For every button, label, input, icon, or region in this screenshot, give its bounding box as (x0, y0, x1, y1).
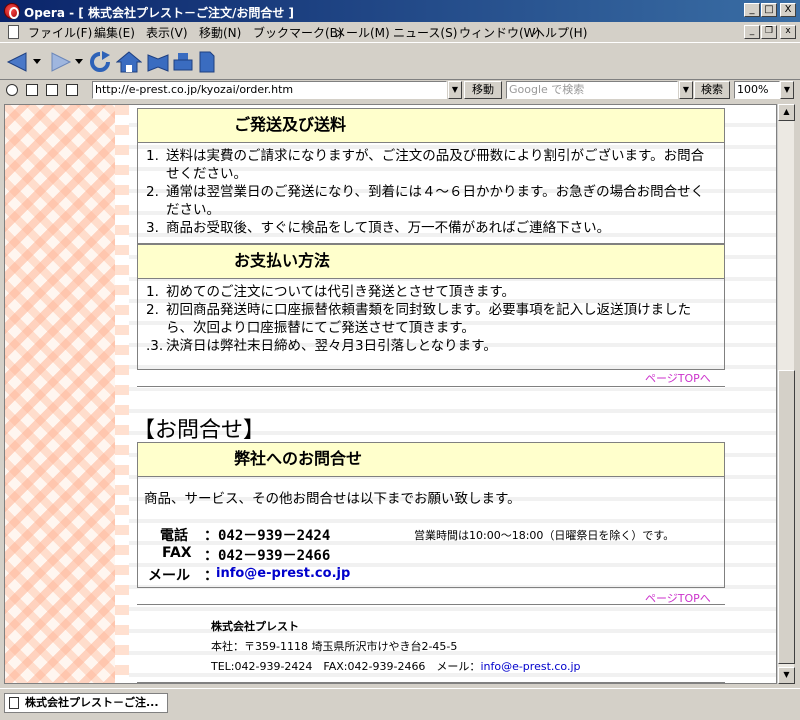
print-icon[interactable] (172, 51, 194, 73)
payment-heading: お支払い方法 (138, 245, 724, 279)
menu-help[interactable]: ヘルプ(H) (533, 24, 587, 41)
business-hours: 営業時間は10:00～18:00（日曜祭日を除く）です。 (414, 529, 675, 542)
shipping-list: 1. 送料は実費のご請求になりますが、ご注文の品及び冊数により割引がございます。お… (138, 143, 724, 237)
mail-link[interactable]: info@e-prest.co.jp (216, 566, 350, 581)
shipping-box: ご発送及び送料 1. 送料は実費のご請求になりますが、ご注文の品及び冊数により割引… (137, 108, 725, 244)
footer-contact-text: TEL:042-939-2424 FAX:042-939-2466 メール： (211, 660, 481, 673)
security-lock-icon[interactable] (6, 84, 18, 96)
footer-mail-link[interactable]: info@e-prest.co.jp (480, 660, 580, 673)
mdi-minimize-button[interactable]: _ (744, 25, 760, 39)
zoom-dropdown-icon[interactable]: ▼ (780, 81, 794, 99)
vertical-scrollbar[interactable]: ▲ ▼ (777, 104, 795, 684)
search-engine-dropdown-icon[interactable]: ▼ (679, 81, 693, 99)
zoom-select[interactable]: 100% (734, 81, 780, 99)
inquiry-heading: 弊社へのお問合せ (138, 443, 724, 477)
menu-navigate[interactable]: 移動(N) (199, 24, 241, 41)
address-bar: http://e-prest.co.jp/kyozai/order.htm ▼ … (0, 80, 800, 101)
divider (137, 604, 725, 606)
tab-title: 株式会社プレスト－ご注... (25, 696, 159, 709)
decorative-sidebar (5, 105, 129, 683)
home-icon[interactable] (116, 51, 142, 73)
menu-news[interactable]: ニュース(S) (393, 24, 457, 41)
toolbar (0, 42, 800, 80)
footer-address: 本社：〒359-1118 埼玉県所沢市けやき台2-45-5 (211, 640, 458, 653)
menu-bar: ファイル(F) 編集(E) 表示(V) 移動(N) ブックマーク(B) メール(… (0, 22, 800, 42)
menu-mail[interactable]: メール(M) (334, 24, 390, 41)
minimize-button[interactable]: _ (744, 3, 760, 17)
forward-icon[interactable] (48, 51, 72, 73)
close-button[interactable]: X (780, 3, 796, 17)
page-tab[interactable]: 株式会社プレスト－ご注... (4, 693, 168, 713)
page-icon (8, 25, 19, 39)
mail-label: メール (148, 568, 190, 584)
window-title: Opera - [ 株式会社プレスト－ご注文/お問合せ ] (24, 6, 294, 20)
forward-history-dropdown-icon[interactable] (75, 59, 83, 65)
tel-label: 電話 (160, 528, 188, 544)
menu-file[interactable]: ファイル(F) (28, 24, 92, 41)
bookmark-page-icon[interactable] (66, 84, 78, 96)
scroll-up-icon[interactable]: ▲ (778, 104, 795, 121)
list-item: 2. 通常は翌営業日のご発送になり、到着には４～６日かかります。お急ぎの場合お問合… (146, 184, 705, 218)
list-item: 2. 初回商品発送時に口座振替依頼書類を同封致します。必要事項を記入し返送頂けまし… (146, 302, 692, 336)
fax-value: ：042－939－2466 (204, 548, 331, 564)
search-button[interactable]: 検索 (694, 81, 730, 99)
shipping-heading: ご発送及び送料 (138, 109, 724, 143)
footer-company: 株式会社プレスト (211, 620, 299, 633)
list-item: 3. 商品お受取後、すぐに検品をして頂き、万一不備があればご連絡下さい。 (146, 220, 611, 236)
new-page-icon[interactable] (198, 51, 216, 73)
inquiry-intro: 商品、サービス、その他お問合せは以下までお願い致します。 (144, 491, 521, 507)
back-icon[interactable] (6, 51, 30, 73)
url-history-dropdown-icon[interactable]: ▼ (448, 81, 462, 99)
menu-view[interactable]: 表示(V) (146, 24, 188, 41)
menu-window[interactable]: ウィンドウ(W) (459, 24, 540, 41)
reload-icon[interactable] (88, 51, 112, 73)
search-input[interactable]: Google で検索 (506, 81, 678, 99)
inquiry-box: 弊社へのお問合せ 商品、サービス、その他お問合せは以下までお願い致します。 電話… (137, 442, 725, 588)
page-top-link[interactable]: ページTOPへ (645, 370, 711, 386)
status-bar: 株式会社プレスト－ご注... (0, 688, 800, 720)
payment-list: 1. 初めてのご注文については代引き発送とさせて頂きます。 2. 初回商品発送時に口… (138, 279, 724, 355)
divider (137, 386, 725, 388)
mdi-close-button[interactable]: x (780, 25, 796, 39)
list-item: .3. 決済日は弊社末日締め、翌々月3日引落しとなります。 (146, 338, 497, 354)
payment-box: お支払い方法 1. 初めてのご注文については代引き発送とさせて頂きます。 2. 初回… (137, 244, 725, 370)
maximize-button[interactable]: □ (761, 3, 777, 17)
go-button[interactable]: 移動 (464, 81, 502, 99)
title-bar[interactable]: Opera - [ 株式会社プレスト－ご注文/お問合せ ] _ □ X (0, 0, 800, 22)
scroll-thumb[interactable] (778, 370, 795, 664)
inquiry-section-title: 【お問合せ】 (133, 418, 266, 443)
tel-value: ：042－939－2424 (204, 528, 331, 544)
footer-contact: TEL:042-939-2424 FAX:042-939-2466 メール：in… (211, 658, 581, 674)
list-item: 1. 初めてのご注文については代引き発送とさせて頂きます。 (146, 284, 515, 300)
cookie-icon[interactable] (26, 84, 38, 96)
mdi-restore-button[interactable]: ❐ (761, 25, 777, 39)
menu-bookmarks[interactable]: ブックマーク(B) (253, 24, 343, 41)
scroll-down-icon[interactable]: ▼ (778, 667, 795, 684)
page-content: ご発送及び送料 1. 送料は実費のご請求になりますが、ご注文の品及び冊数により割引… (4, 104, 777, 684)
divider (137, 682, 725, 683)
url-input[interactable]: http://e-prest.co.jp/kyozai/order.htm (92, 81, 447, 99)
page-info-icon[interactable] (46, 84, 58, 96)
opera-logo-icon (4, 3, 20, 19)
list-item: 1. 送料は実費のご請求になりますが、ご注文の品及び冊数により割引がございます。お… (146, 148, 705, 182)
fax-label: FAX (162, 545, 192, 561)
tab-page-icon (9, 697, 19, 709)
menu-edit[interactable]: 編集(E) (94, 24, 135, 41)
back-history-dropdown-icon[interactable] (33, 59, 41, 65)
hotlist-icon[interactable] (146, 51, 170, 73)
